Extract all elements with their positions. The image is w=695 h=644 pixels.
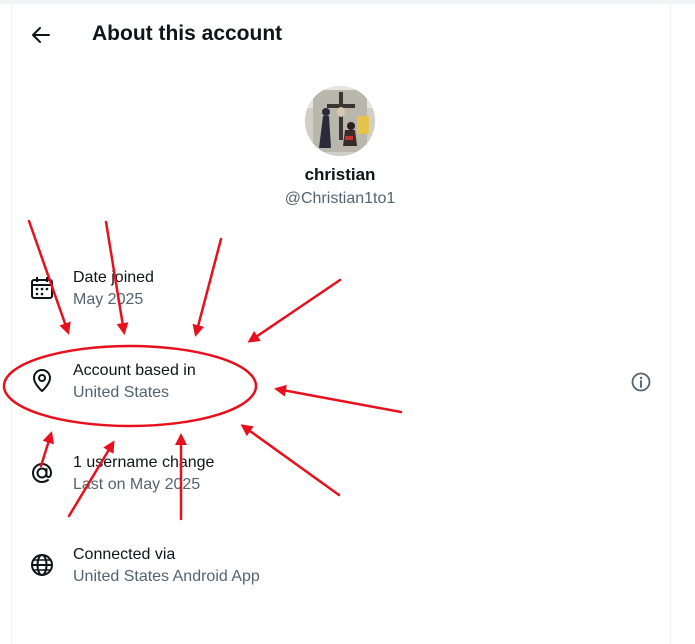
username-change-value: Last on May 2025 [73,476,201,493]
connected-via-label: Connected via [73,546,176,563]
at-sign-icon [31,462,53,484]
info-button[interactable] [629,370,653,394]
account-based-in-row: Account based in United States [28,360,658,410]
display-name: christian [304,165,376,184]
connected-via-value: United States Android App [73,568,260,585]
calendar-icon [31,277,53,299]
globe-icon [31,554,53,576]
username-handle: @Christian1to1 [284,190,396,207]
date-joined-label: Date joined [73,269,154,286]
username-change-label: 1 username change [73,454,215,471]
account-based-in-value: United States [73,384,170,401]
account-based-in-label: Account based in [73,362,196,379]
back-button[interactable] [21,18,61,52]
username-change-row: 1 username change Last on May 2025 [28,452,658,502]
back-arrow-icon [32,27,50,43]
date-joined-value: May 2025 [73,291,144,308]
page-title: About this account [92,22,283,45]
info-icon [631,372,651,392]
avatar[interactable] [305,86,375,156]
date-joined-row: Date joined May 2025 [28,267,658,317]
location-pin-icon [33,369,51,392]
connected-via-row: Connected via United States Android App [28,544,658,594]
